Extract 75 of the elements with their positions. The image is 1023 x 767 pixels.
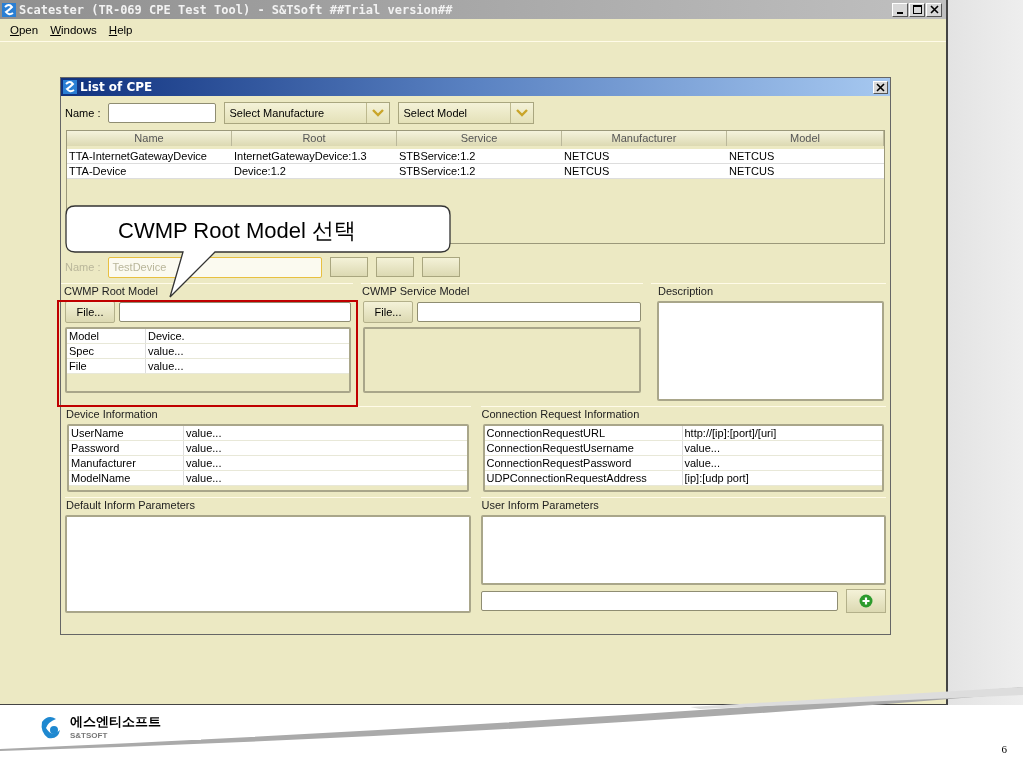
add-button[interactable]	[846, 589, 886, 613]
section-title: Description	[657, 284, 715, 299]
maximize-button[interactable]	[909, 2, 925, 17]
table-cell-text: value...	[185, 456, 222, 470]
section-title: Connection Request Information	[480, 407, 641, 422]
company-name: 에스엔티소프트	[70, 713, 161, 731]
window-title: Scatester (TR-069 CPE Test Tool) - S&TSoft ##Trial version##	[19, 2, 454, 17]
minimize-icon	[897, 11, 903, 14]
callout-text: CWMP Root Model 선택	[118, 217, 356, 245]
brand-name: S&TSOFT	[70, 731, 109, 740]
name-field[interactable]	[108, 103, 217, 123]
table-cell-text: Device:1.2	[233, 164, 287, 178]
table-cell-text: STBService:1.2	[398, 164, 477, 178]
table-cell-text: InternetGatewayDevice:1.3	[233, 149, 368, 163]
close-button[interactable]	[873, 80, 888, 94]
minimize-button[interactable]	[892, 2, 908, 17]
column-header[interactable]: Service	[397, 131, 562, 146]
menu-item[interactable]: Help	[104, 24, 137, 36]
column-header[interactable]: Name	[67, 131, 232, 146]
close-button[interactable]	[926, 2, 942, 17]
table-cell-text: value...	[185, 471, 222, 485]
table-cell-text: value...	[185, 426, 222, 440]
table-cell: ModelName	[69, 471, 184, 485]
dialog-title: List of CPE	[80, 80, 154, 94]
table-cell: File	[67, 359, 146, 373]
description-field[interactable]	[657, 301, 884, 401]
maximize-icon	[912, 5, 922, 14]
file-button[interactable]: File...	[65, 301, 115, 323]
table-cell-text: value...	[147, 344, 184, 358]
chevron-down-icon	[372, 109, 385, 117]
table-cell-text: NETCUS	[563, 149, 611, 163]
app-logo-icon	[2, 2, 16, 17]
table-cell: UserName	[69, 426, 184, 440]
manufacturer-dropdown[interactable]: Select Manufacture	[224, 102, 391, 124]
file-path-field[interactable]	[417, 302, 641, 322]
table-cell-text: NETCUS	[563, 164, 611, 178]
section-title: Default Inform Parameters	[65, 498, 196, 513]
table-cell-text: Device.	[147, 329, 185, 343]
table-cell: ConnectionRequestPassword	[484, 456, 683, 470]
section-title: Device Information	[65, 407, 159, 422]
table-cell-text: NETCUS	[728, 164, 776, 178]
column-header[interactable]: Manufacturer	[562, 131, 727, 146]
table-cell-text: http://[ip]:[port]/[uri]	[683, 426, 777, 440]
table-cell: Manufacturer	[69, 456, 184, 470]
table-cell: ConnectionRequestURL	[484, 426, 683, 440]
table-cell: ConnectionRequestUsername	[484, 441, 683, 455]
section-title: CWMP Root Model	[63, 284, 159, 299]
file-path-field[interactable]	[119, 302, 351, 322]
plus-icon	[859, 594, 873, 608]
menu-item[interactable]: Windows	[46, 24, 101, 36]
table-cell-text: value...	[185, 441, 222, 455]
table-cell-text: value...	[683, 456, 720, 470]
table-cell-text: value...	[683, 441, 720, 455]
menu-item[interactable]: Open	[6, 24, 43, 36]
table-cell-text: TTA-Device	[68, 164, 128, 178]
table-cell: Spec	[67, 344, 146, 358]
column-header[interactable]: Root	[232, 131, 397, 146]
app-logo-icon	[63, 80, 77, 94]
table-cell: UDPConnectionRequestAddress	[484, 471, 683, 485]
table-cell: Password	[69, 441, 184, 455]
table-cell-text: STBService:1.2	[398, 149, 477, 163]
model-dropdown[interactable]: Select Model	[398, 102, 535, 124]
section-title: CWMP Service Model	[361, 284, 471, 299]
table-cell-text: value...	[147, 359, 184, 373]
table-cell: Model	[67, 329, 146, 343]
table-cell-text: TTA-InternetGatewayDevice	[68, 149, 208, 163]
page-number: 6	[1001, 743, 1007, 755]
table-cell-text: NETCUS	[728, 149, 776, 163]
table-cell-text: [ip]:[udp port]	[683, 471, 749, 485]
file-button[interactable]: File...	[363, 301, 413, 323]
name-label: Name :	[65, 107, 101, 119]
parameter-field[interactable]	[480, 591, 838, 611]
column-header[interactable]: Model	[727, 131, 884, 146]
chevron-down-icon	[516, 109, 529, 117]
section-title: User Inform Parameters	[480, 498, 600, 513]
